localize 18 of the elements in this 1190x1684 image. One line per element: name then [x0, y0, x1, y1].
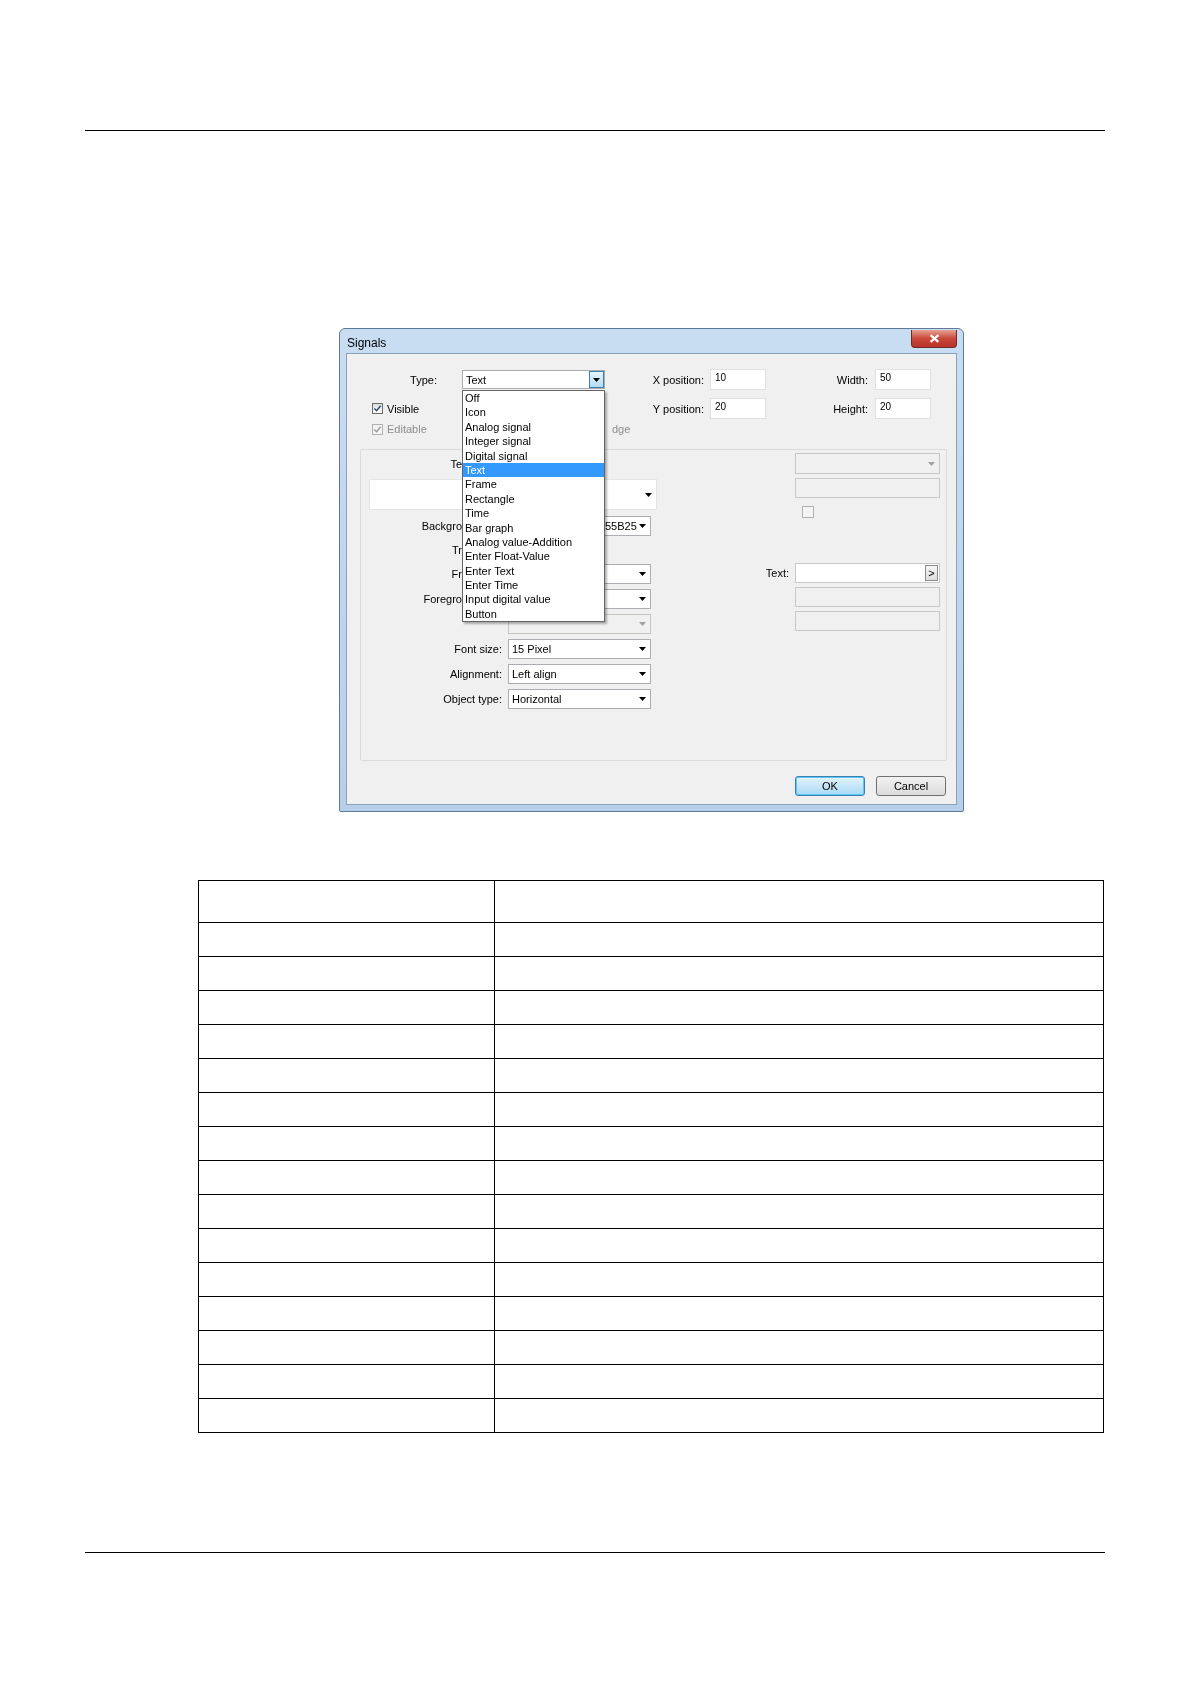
- field-label: Foregro: [422, 593, 462, 605]
- field-label: Width:: [835, 373, 868, 386]
- window-title: Signals: [346, 335, 387, 350]
- field-label: Height:: [832, 402, 868, 415]
- field-label: Type:: [409, 373, 437, 386]
- field-label: Object type:: [442, 693, 503, 705]
- field-label: Alignment:: [449, 668, 503, 680]
- field-label: Fr: [450, 568, 462, 580]
- field-label: Y position:: [651, 402, 704, 415]
- field-label: Tr: [451, 544, 462, 556]
- field-label: Te: [449, 458, 462, 470]
- field-label: dge: [612, 423, 631, 435]
- checkbox-label: Visible: [387, 402, 420, 415]
- checkbox-label: Editable: [387, 423, 427, 435]
- field-label: Backgro: [420, 520, 462, 532]
- field-label: Font size:: [453, 643, 503, 655]
- field-label: X position:: [651, 373, 704, 386]
- field-label: Text:: [764, 567, 789, 579]
